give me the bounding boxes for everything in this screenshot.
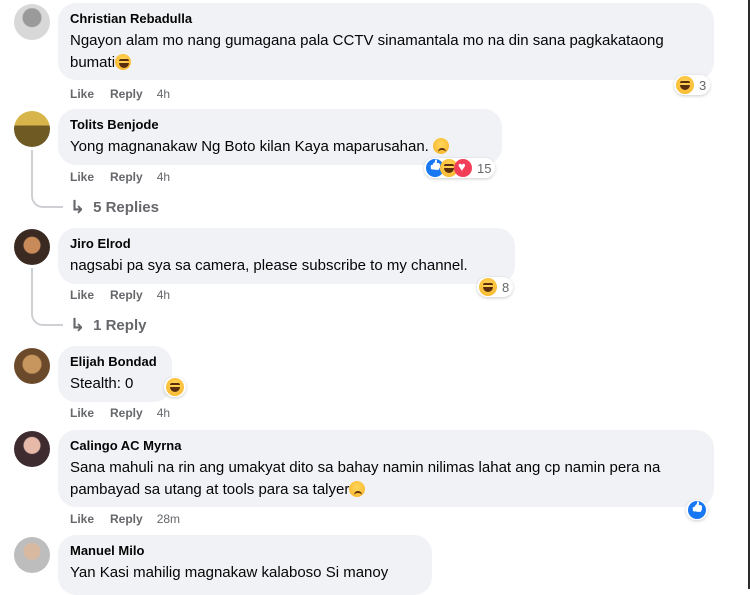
- reaction-summary[interactable]: 8: [477, 277, 514, 297]
- thread-connector: [31, 268, 63, 326]
- reply-button[interactable]: Reply: [110, 406, 143, 420]
- sad-emoji-icon: [349, 481, 366, 497]
- reply-button[interactable]: Reply: [110, 170, 143, 184]
- reply-button[interactable]: Reply: [110, 288, 143, 302]
- reaction-summary[interactable]: [164, 377, 186, 397]
- timestamp[interactable]: 4h: [157, 288, 170, 302]
- reaction-count: 8: [502, 279, 510, 295]
- commenter-name[interactable]: Elijah Bondad: [70, 354, 160, 370]
- haha-reaction-icon: [166, 378, 184, 396]
- avatar[interactable]: [14, 111, 50, 147]
- comment-bubble: Manuel Milo Yan Kasi mahilig magnakaw ka…: [58, 535, 432, 595]
- reply-button[interactable]: Reply: [110, 512, 143, 526]
- comment-actions: Like Reply 28m: [70, 512, 196, 526]
- comment-actions: Like Reply 4h: [70, 87, 186, 101]
- view-replies-link[interactable]: ↳ 1 Reply: [70, 315, 146, 336]
- haha-reaction-icon: [479, 278, 497, 296]
- comment-bubble: Tolits Benjode Yong magnanakaw Ng Boto k…: [58, 109, 502, 165]
- commenter-name[interactable]: Tolits Benjode: [70, 117, 490, 133]
- reply-arrow-icon: ↳: [70, 315, 86, 335]
- reaction-summary[interactable]: [686, 500, 708, 520]
- comment-text: nagsabi pa sya sa camera, please subscri…: [70, 257, 468, 274]
- reply-button[interactable]: Reply: [110, 87, 143, 101]
- comment-text: Yong magnanakaw Ng Boto kilan Kaya mapar…: [70, 136, 490, 158]
- avatar[interactable]: [14, 229, 50, 265]
- comment-bubble: Elijah Bondad Stealth: 0: [58, 346, 172, 402]
- reaction-count: 3: [699, 77, 707, 93]
- comment-text: Ngayon alam mo nang gumagana pala CCTV s…: [70, 32, 664, 71]
- comment-bubble: Calingo AC Myrna Sana mahuli na rin ang …: [58, 430, 714, 507]
- commenter-name[interactable]: Christian Rebadulla: [70, 11, 702, 27]
- like-button[interactable]: Like: [70, 406, 94, 420]
- commenter-name[interactable]: Calingo AC Myrna: [70, 438, 702, 454]
- avatar[interactable]: [14, 431, 50, 467]
- view-replies-link[interactable]: ↳ 5 Replies: [70, 197, 159, 218]
- replies-count-label[interactable]: 5 Replies: [93, 199, 159, 216]
- like-button[interactable]: Like: [70, 170, 94, 184]
- reply-arrow-icon: ↳: [70, 197, 86, 217]
- avatar[interactable]: [14, 348, 50, 384]
- thread-connector: [31, 150, 63, 208]
- timestamp[interactable]: 4h: [157, 87, 170, 101]
- comment-text: Yan Kasi mahilig magnakaw kalaboso Si ma…: [70, 564, 389, 581]
- comment-bubble: Christian Rebadulla Ngayon alam mo nang …: [58, 3, 714, 80]
- love-reaction-icon: [454, 159, 472, 177]
- reaction-summary[interactable]: 3: [674, 75, 711, 95]
- timestamp[interactable]: 4h: [157, 406, 170, 420]
- like-button[interactable]: Like: [70, 288, 94, 302]
- timestamp[interactable]: 28m: [157, 512, 180, 526]
- like-button[interactable]: Like: [70, 87, 94, 101]
- replies-count-label[interactable]: 1 Reply: [93, 317, 146, 334]
- commenter-name[interactable]: Manuel Milo: [70, 543, 420, 559]
- comment-actions: Like Reply 4h: [70, 288, 186, 302]
- comment-actions: Like Reply 4h: [70, 170, 186, 184]
- commenter-name[interactable]: Jiro Elrod: [70, 236, 503, 252]
- comment-actions: Like Reply 4h: [70, 406, 186, 420]
- comment-text: Sana mahuli na rin ang umakyat dito sa b…: [70, 459, 661, 498]
- reaction-summary[interactable]: 15: [424, 158, 496, 178]
- crying-emoji-icon: [433, 138, 450, 154]
- reaction-count: 15: [477, 160, 492, 176]
- haha-reaction-icon: [676, 76, 694, 94]
- like-reaction-icon: [688, 501, 706, 519]
- comment-text: Stealth: 0: [70, 375, 134, 392]
- avatar[interactable]: [14, 537, 50, 573]
- avatar[interactable]: [14, 4, 50, 40]
- comment-bubble: Jiro Elrod nagsabi pa sya sa camera, ple…: [58, 228, 515, 284]
- laughing-emoji-icon: [115, 54, 132, 70]
- timestamp[interactable]: 4h: [157, 170, 170, 184]
- like-button[interactable]: Like: [70, 512, 94, 526]
